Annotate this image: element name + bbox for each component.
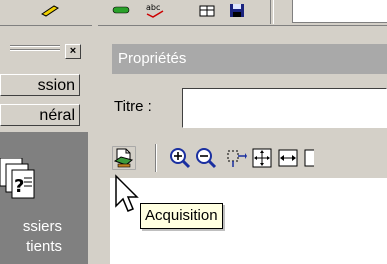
grip-line [10, 45, 60, 46]
left-button-general[interactable]: néral [0, 104, 80, 126]
grip-line [10, 49, 60, 50]
image-toolbar [110, 142, 387, 178]
panel-splitter[interactable] [92, 25, 98, 264]
top-field[interactable] [292, 0, 387, 23]
title-label: Titre : [114, 98, 152, 115]
select-region-icon[interactable] [224, 146, 248, 170]
toolbar-separator [270, 0, 274, 24]
zoom-out-icon[interactable] [194, 146, 218, 170]
mouse-pointer-icon [115, 174, 139, 212]
close-icon[interactable]: × [65, 44, 81, 59]
table-icon[interactable] [198, 2, 218, 18]
title-input[interactable] [182, 88, 387, 128]
left-item-label[interactable]: tients [0, 238, 62, 255]
green-tool-icon[interactable] [112, 2, 132, 18]
properties-title: Propriétés [118, 50, 187, 67]
toolbar-separator [155, 144, 157, 172]
pencil-icon[interactable] [40, 2, 60, 18]
acquisition-icon[interactable] [112, 146, 136, 170]
properties-header: Propriétés [112, 44, 387, 74]
svg-text:abc: abc [146, 3, 160, 12]
acquisition-tooltip: Acquisition [140, 203, 223, 229]
save-icon[interactable] [228, 2, 248, 18]
partial-tool-icon[interactable] [302, 146, 314, 170]
left-button-session[interactable]: ssion [0, 74, 80, 96]
zoom-in-icon[interactable] [168, 146, 192, 170]
top-toolbar: abc [0, 0, 387, 26]
fit-width-icon[interactable] [276, 146, 300, 170]
svg-text:?: ? [14, 176, 24, 197]
left-panel: × ssion néral ? ssiers tients [0, 34, 92, 264]
left-item-label[interactable]: ssiers [0, 218, 62, 235]
left-panel-header: × [0, 39, 88, 59]
left-item-well: ? ssiers tients [0, 132, 88, 264]
patient-records-icon[interactable]: ? [0, 158, 40, 200]
spell-check-icon[interactable]: abc [145, 2, 165, 18]
fit-page-icon[interactable] [250, 146, 274, 170]
